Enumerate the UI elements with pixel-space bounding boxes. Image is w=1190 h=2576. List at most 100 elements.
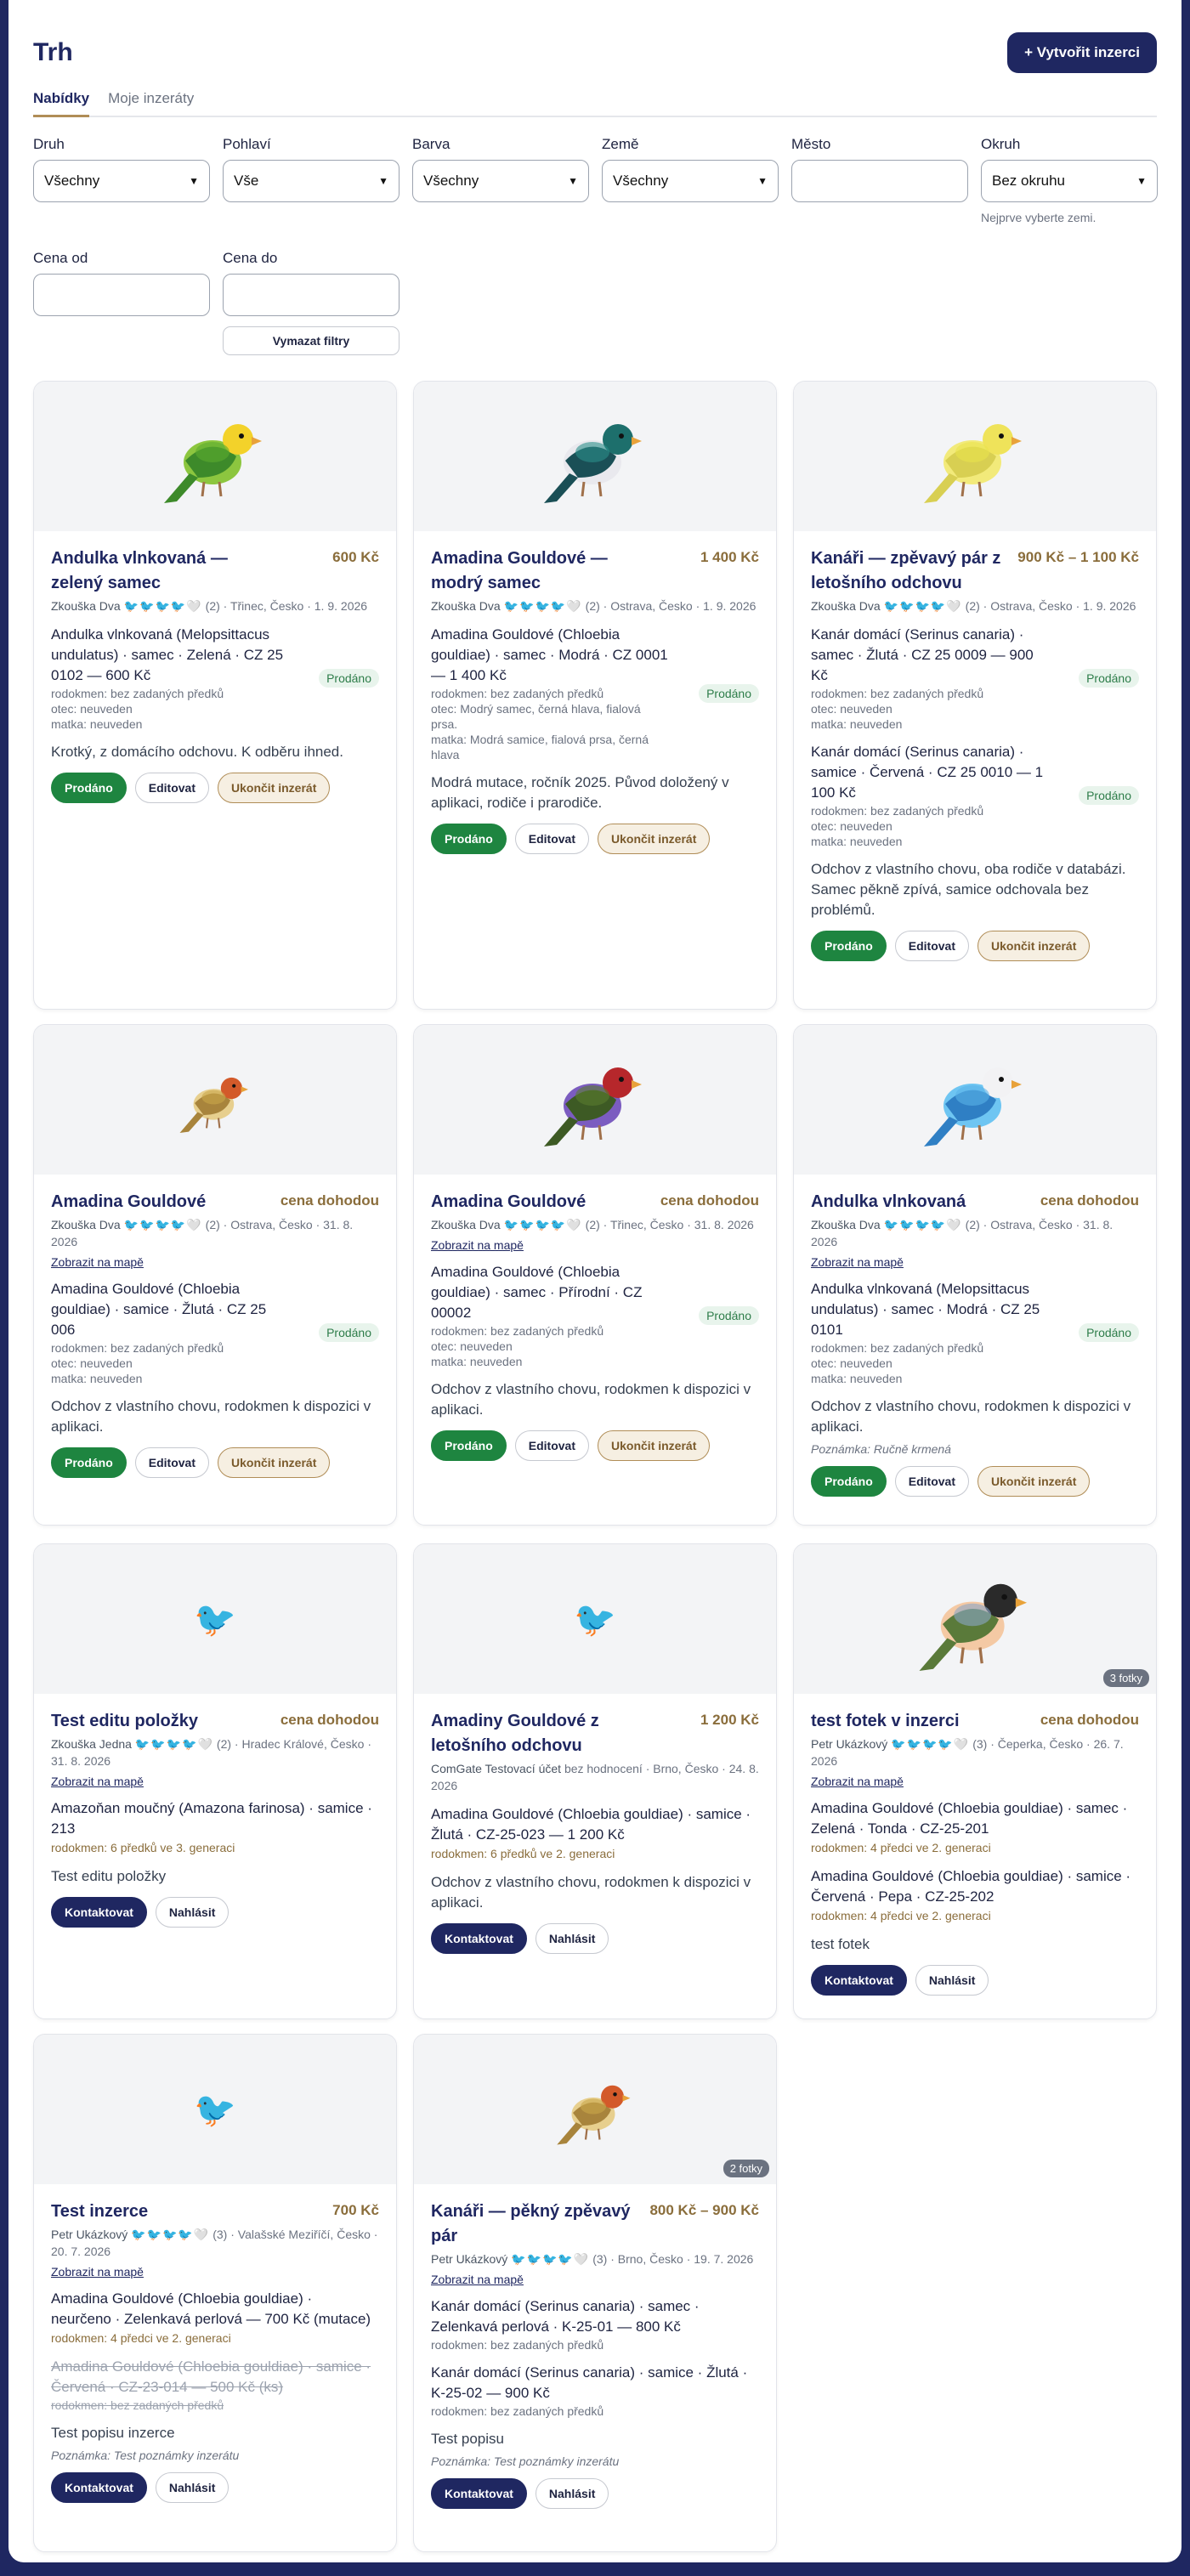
sold-button[interactable]: Prodáno (51, 773, 127, 803)
show-map-link[interactable]: Zobrazit na mapě (51, 2265, 379, 2279)
listing-image[interactable]: 3 fotky (794, 1544, 1156, 1694)
listing-image[interactable]: 2 fotky (414, 2035, 776, 2184)
seller-name[interactable]: Petr Ukázkový (431, 2252, 507, 2266)
end-listing-button[interactable]: Ukončit inzerát (218, 1447, 331, 1478)
end-listing-button[interactable]: Ukončit inzerát (978, 1466, 1091, 1497)
tab-offers[interactable]: Nabídky (33, 90, 90, 117)
listing-title[interactable]: Andulka vlnkovaná — zelený samec (51, 546, 272, 596)
listing-card[interactable]: 3 fotky test fotek v inzerci cena dohodou… (793, 1543, 1157, 2019)
report-button[interactable]: Nahlásit (155, 2472, 230, 2503)
radius-select[interactable]: Bez okruhu ▼ (981, 160, 1158, 202)
show-map-link[interactable]: Zobrazit na mapě (51, 1775, 379, 1788)
seller-name[interactable]: Zkouška Dva (51, 599, 121, 613)
listing-card[interactable]: Amadina Gouldové cena dohodou Zkouška Dva… (413, 1024, 777, 1526)
seller-name[interactable]: ComGate Testovací účet (431, 1762, 561, 1775)
sold-button[interactable]: Prodáno (431, 824, 507, 854)
contact-button[interactable]: Kontaktovat (51, 2472, 147, 2503)
report-button[interactable]: Nahlásit (535, 1923, 609, 1954)
create-listing-button[interactable]: + Vytvořit inzerci (1007, 32, 1157, 73)
report-button[interactable]: Nahlásit (155, 1897, 230, 1928)
sold-button[interactable]: Prodáno (431, 1430, 507, 1461)
listing-title[interactable]: Test editu položky (51, 1709, 272, 1734)
listing-image[interactable] (34, 1025, 396, 1175)
contact-button[interactable]: Kontaktovat (431, 2478, 527, 2509)
listing-title[interactable]: Andulka vlnkovaná (811, 1190, 1032, 1214)
city-input[interactable] (791, 160, 968, 202)
listing-card[interactable]: Andulka vlnkovaná — zelený samec 600 Kč Z… (33, 381, 397, 1010)
listing-item: Andulka vlnkovaná (Melopsittacus undulat… (811, 1279, 1139, 1386)
listing-card[interactable]: Amadina Gouldové cena dohodou Zkouška Dva… (33, 1024, 397, 1526)
filter-row: Druh Všechny ▼ Pohlaví Vše ▼ Barva Všechny… (33, 136, 1158, 224)
listing-title[interactable]: Amadina Gouldové — modrý samec (431, 546, 652, 596)
listing-card[interactable]: 🐦 Amadiny Gouldové z letošního odchovu 1 … (413, 1543, 777, 2019)
listing-card[interactable]: 🐦 Test editu položky cena dohodou Zkouška… (33, 1543, 397, 2019)
listing-image[interactable] (794, 1025, 1156, 1175)
listing-image[interactable]: 🐦 (414, 1544, 776, 1694)
listing-title[interactable]: Kanáři — pěkný zpěvavý pár (431, 2200, 649, 2249)
species-select[interactable]: Všechny ▼ (33, 160, 210, 202)
edit-button[interactable]: Editovat (134, 773, 210, 803)
color-select[interactable]: Všechny ▼ (412, 160, 589, 202)
listing-image[interactable] (794, 382, 1156, 531)
listing-card[interactable]: Andulka vlnkovaná cena dohodou Zkouška Dv… (793, 1024, 1157, 1526)
sold-button[interactable]: Prodáno (51, 1447, 127, 1478)
edit-button[interactable]: Editovat (514, 1430, 590, 1461)
seller-name[interactable]: Zkouška Dva (51, 1218, 121, 1231)
listing-item: Amadina Gouldové (Chloebia gouldiae) · s… (811, 1866, 1139, 1924)
price-from-input[interactable] (33, 274, 210, 316)
price-to-input[interactable] (223, 274, 400, 316)
report-button[interactable]: Nahlásit (535, 2478, 609, 2509)
tab-my-listings[interactable]: Moje inzeráty (108, 90, 194, 116)
end-listing-button[interactable]: Ukončit inzerát (598, 824, 711, 854)
end-listing-button[interactable]: Ukončit inzerát (978, 931, 1091, 961)
seller-name[interactable]: Zkouška Dva (431, 1218, 501, 1231)
contact-button[interactable]: Kontaktovat (811, 1965, 907, 1996)
listing-image[interactable] (414, 1025, 776, 1175)
sold-button[interactable]: Prodáno (811, 1466, 887, 1497)
seller-name[interactable]: Petr Ukázkový (811, 1737, 887, 1751)
rating-icons: 🐦🐦🐦🐦🤍 (503, 1218, 582, 1231)
edit-button[interactable]: Editovat (134, 1447, 210, 1478)
listing-card[interactable]: Amadina Gouldové — modrý samec 1 400 Kč Z… (413, 381, 777, 1010)
seller-name[interactable]: Zkouška Jedna (51, 1737, 132, 1751)
show-map-link[interactable]: Zobrazit na mapě (431, 1238, 759, 1252)
clear-filters-button[interactable]: Vymazat filtry (223, 326, 400, 355)
seller-name[interactable]: Zkouška Dva (811, 1218, 881, 1231)
seller-name[interactable]: Zkouška Dva (811, 599, 881, 613)
listing-image[interactable]: 🐦 (34, 1544, 396, 1694)
listing-card[interactable]: Kanáři — zpěvavý pár z letošního odchovu… (793, 381, 1157, 1010)
filter-label: Cena do (223, 250, 278, 266)
listing-card[interactable]: 🐦 Test inzerce 700 Kč Petr Ukázkový 🐦🐦🐦🐦🤍… (33, 2034, 397, 2552)
rating-count: (2) (585, 599, 600, 613)
sex-select[interactable]: Vše ▼ (223, 160, 400, 202)
listing-image[interactable] (414, 382, 776, 531)
show-map-link[interactable]: Zobrazit na mapě (431, 2273, 759, 2286)
chevron-down-icon: ▼ (568, 175, 578, 187)
country-select[interactable]: Všechny ▼ (602, 160, 779, 202)
contact-button[interactable]: Kontaktovat (51, 1897, 147, 1928)
contact-button[interactable]: Kontaktovat (431, 1923, 527, 1954)
listing-image[interactable]: 🐦 (34, 2035, 396, 2184)
show-map-link[interactable]: Zobrazit na mapě (811, 1775, 1139, 1788)
listing-title[interactable]: Amadiny Gouldové z letošního odchovu (431, 1709, 652, 1758)
end-listing-button[interactable]: Ukončit inzerát (218, 773, 331, 803)
listing-title[interactable]: Amadina Gouldové (51, 1190, 272, 1214)
listing-card[interactable]: 2 fotky Kanáři — pěkný zpěvavý pár 800 Kč… (413, 2034, 777, 2552)
show-map-link[interactable]: Zobrazit na mapě (51, 1255, 379, 1269)
sold-button[interactable]: Prodáno (811, 931, 887, 961)
listing-image[interactable] (34, 382, 396, 531)
listing-price: cena dohodou (660, 1192, 759, 1209)
listing-title[interactable]: test fotek v inzerci (811, 1709, 1032, 1734)
listing-title[interactable]: Amadina Gouldové (431, 1190, 652, 1214)
report-button[interactable]: Nahlásit (915, 1965, 989, 1996)
listing-title[interactable]: Kanáři — zpěvavý pár z letošního odchovu (811, 546, 1017, 596)
seller-name[interactable]: Zkouška Dva (431, 599, 501, 613)
show-map-link[interactable]: Zobrazit na mapě (811, 1255, 1139, 1269)
edit-button[interactable]: Editovat (894, 931, 970, 961)
listing-title[interactable]: Test inzerce (51, 2200, 272, 2224)
listing-item: Kanár domácí (Serinus canaria) · samice … (811, 742, 1139, 849)
edit-button[interactable]: Editovat (894, 1466, 970, 1497)
seller-name[interactable]: Petr Ukázkový (51, 2228, 128, 2241)
end-listing-button[interactable]: Ukončit inzerát (598, 1430, 711, 1461)
edit-button[interactable]: Editovat (514, 824, 590, 854)
